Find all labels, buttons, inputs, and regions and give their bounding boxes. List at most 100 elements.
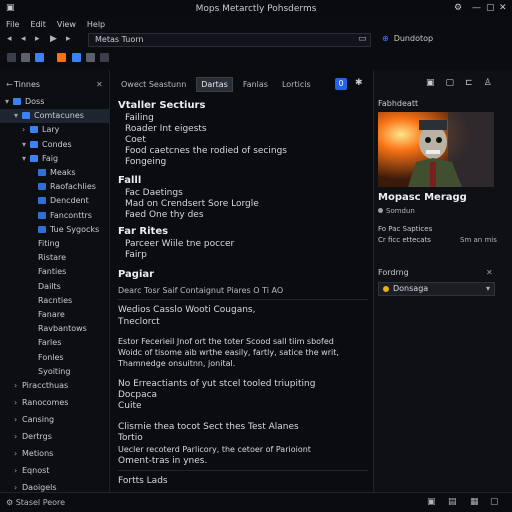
- export-icon[interactable]: [57, 53, 66, 62]
- menu-file[interactable]: File: [6, 20, 19, 29]
- sidebar-item[interactable]: ▾ Doss: [5, 95, 44, 109]
- main-content: Owect Seastunn Dartas Fanlas Lorticis 0 …: [111, 70, 373, 492]
- chevron-down-icon[interactable]: ▾: [22, 138, 30, 152]
- image-icon[interactable]: ▣: [426, 78, 435, 88]
- sidebar-item[interactable]: › Dertrgs: [14, 430, 52, 444]
- sidebar-item[interactable]: Tue Sygocks: [30, 223, 99, 237]
- maximize-icon[interactable]: ▢: [486, 3, 495, 13]
- sidebar-item[interactable]: Dailts: [30, 280, 61, 294]
- sidebar-item[interactable]: › Metions: [14, 447, 53, 461]
- sidebar-item[interactable]: Fanare: [30, 308, 65, 322]
- chevron-right-icon[interactable]: ›: [14, 430, 22, 444]
- close-icon[interactable]: ✕: [486, 268, 493, 277]
- sidebar-item[interactable]: Fanties: [30, 265, 66, 279]
- section-heading: Far Rites: [118, 226, 169, 237]
- filter-heading: Fordrng: [378, 268, 409, 277]
- close-icon[interactable]: ✕: [499, 3, 507, 13]
- copy-icon[interactable]: ▢: [446, 78, 455, 88]
- sidebar-item[interactable]: › Ranocomes: [14, 396, 68, 410]
- sidebar-item[interactable]: › Piraccthuas: [14, 379, 68, 393]
- tab-files[interactable]: Fanlas: [239, 78, 272, 91]
- refresh-icon[interactable]: ▶: [50, 34, 57, 44]
- section-line: Parceer Wiile tne poccer: [125, 239, 235, 249]
- preview-image[interactable]: [378, 112, 494, 187]
- sidebar-item[interactable]: ▾ Comtacunes: [0, 109, 109, 124]
- sidebar-item[interactable]: Farles: [30, 336, 61, 350]
- folder-icon: [30, 154, 38, 162]
- filter-dropdown[interactable]: Donsaga ▾: [378, 282, 495, 296]
- split-icon[interactable]: ▤: [448, 497, 457, 507]
- status-icon: ⚙: [6, 498, 16, 507]
- share-icon[interactable]: [72, 53, 81, 62]
- pager-heading: Pagiar: [118, 269, 155, 280]
- expand-icon[interactable]: ←: [6, 78, 14, 92]
- back-icon[interactable]: ◂: [21, 34, 26, 44]
- minimize-icon[interactable]: —: [472, 3, 481, 13]
- sidebar-item[interactable]: › Cansing: [14, 413, 54, 427]
- paragraph-line: No Erreactiants of yut stcel tooled triu…: [118, 379, 316, 389]
- sidebar-item[interactable]: ▾ Faig: [22, 152, 58, 166]
- sidebar-item-label: Dailts: [38, 281, 61, 291]
- paragraph-line: Tortio: [118, 433, 143, 443]
- sidebar-item[interactable]: Syoiting: [30, 365, 70, 379]
- tab-history[interactable]: Lorticis: [278, 78, 315, 91]
- sidebar-item-label: Daoigels: [22, 483, 57, 492]
- folder-icon: [30, 140, 38, 148]
- sidebar-item[interactable]: Fiting: [30, 237, 60, 251]
- grid-icon[interactable]: ▦: [470, 497, 479, 507]
- paragraph-line: Clisrnie thea tocot Sect thes Test Alane…: [118, 422, 299, 432]
- sidebar-item[interactable]: Meaks: [30, 166, 76, 180]
- sidebar-header: ←Tinnes: [6, 78, 40, 92]
- chevron-down-icon[interactable]: ▾: [5, 95, 13, 109]
- chevron-right-icon[interactable]: ›: [14, 396, 22, 410]
- chevron-right-icon[interactable]: ›: [14, 447, 22, 461]
- sidebar-item[interactable]: Ravbantows: [30, 322, 87, 336]
- open-icon[interactable]: [21, 53, 30, 62]
- menu-bar: File Edit View Help: [0, 17, 512, 31]
- menu-edit[interactable]: Edit: [30, 20, 46, 29]
- section-line: Fongeing: [125, 157, 167, 167]
- badge-count[interactable]: 0: [335, 78, 347, 90]
- chevron-right-icon[interactable]: ›: [14, 379, 22, 393]
- sidebar-item-label: Racnties: [38, 295, 73, 305]
- sidebar-item[interactable]: Raofachlies: [30, 180, 96, 194]
- home-icon[interactable]: ▸: [66, 34, 71, 44]
- settings-icon[interactable]: ⚙: [454, 3, 462, 13]
- meta-icons: Sm an mis: [460, 236, 497, 244]
- print-icon[interactable]: [86, 53, 95, 62]
- menu-help[interactable]: Help: [87, 20, 105, 29]
- chevron-right-icon[interactable]: ›: [14, 413, 22, 427]
- user-icon[interactable]: ♙: [484, 78, 492, 88]
- sidebar-item[interactable]: Ristare: [30, 251, 66, 265]
- tab-overview[interactable]: Owect Seastunn: [117, 78, 190, 91]
- tab-details[interactable]: Dartas: [196, 77, 233, 92]
- menu-view[interactable]: View: [57, 20, 76, 29]
- sidebar-item[interactable]: › Lary: [22, 123, 59, 137]
- chevron-down-icon[interactable]: ▾: [22, 152, 30, 166]
- forward-icon[interactable]: ▸: [35, 34, 40, 44]
- search-icon[interactable]: ▭: [358, 34, 367, 44]
- sidebar-item-label: Eqnost: [22, 466, 50, 475]
- sidebar-item[interactable]: Fonles: [30, 351, 64, 365]
- close-panel-icon[interactable]: ✕: [96, 80, 103, 89]
- sidebar-item[interactable]: Racnties: [30, 294, 72, 308]
- layout-icon[interactable]: ▣: [427, 497, 436, 507]
- chevron-right-icon[interactable]: ›: [14, 464, 22, 478]
- right-panel: ▣ ▢ ⊏ ♙ Fabhdeatt Mopasc Meragg Somdun F…: [373, 70, 512, 492]
- address-input[interactable]: Metas Tuorn: [88, 33, 371, 47]
- chevron-right-icon[interactable]: ›: [22, 123, 30, 137]
- new-icon[interactable]: [7, 53, 16, 62]
- sidebar-item[interactable]: Dencdent: [30, 194, 89, 208]
- menu-icon[interactable]: ◂: [7, 34, 12, 44]
- folder-icon: [30, 126, 38, 134]
- sidebar-item[interactable]: › Eqnost: [14, 464, 49, 478]
- chevron-down-icon[interactable]: ▾: [14, 109, 22, 123]
- format-icon[interactable]: [100, 53, 109, 62]
- fullscreen-icon[interactable]: ▢: [490, 497, 499, 507]
- language-selector[interactable]: ⊕ Dundotop: [382, 34, 433, 43]
- save-icon[interactable]: [35, 53, 44, 62]
- link-icon[interactable]: ⊏: [465, 78, 473, 88]
- sidebar-item[interactable]: ▾ Condes: [22, 138, 72, 152]
- sidebar-item[interactable]: Fanconttrs: [30, 209, 92, 223]
- gear-icon[interactable]: ✱: [355, 78, 363, 90]
